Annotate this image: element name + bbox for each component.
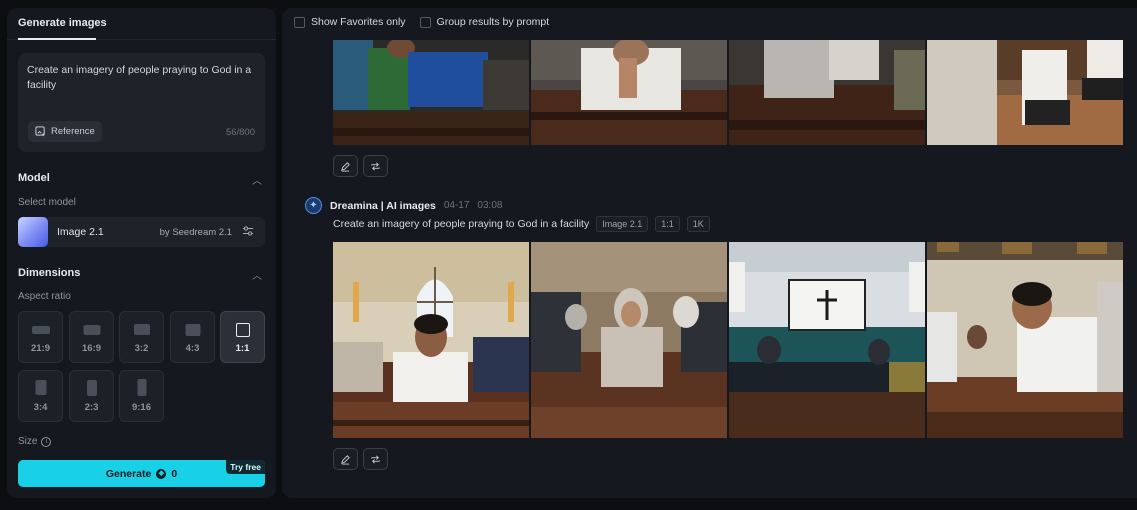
ratio-16-9[interactable]: 16:9 [69,311,114,363]
ratio-shape [137,379,146,396]
group-checkbox[interactable] [419,16,431,28]
ratio-label: 21:9 [30,343,50,354]
results-panel: Show Favorites only Group results by pro… [282,8,1137,498]
ratio-1-1[interactable]: 1:1 [220,311,265,363]
generate-label: Generate [105,467,152,480]
ratio-tag: 1:1 [655,216,680,232]
pencil-icon [341,161,350,172]
ratio-4-3[interactable]: 4:3 [170,311,215,363]
previous-result-images [333,40,1123,145]
tab-underline [18,38,96,40]
favorites-checkbox[interactable] [294,16,305,28]
ratio-shape [83,325,100,335]
model-thumbnail [18,217,48,247]
char-counter: 56/800 [225,127,255,138]
resolution-tag: 1K [686,216,710,232]
try-free-badge: Try free [226,460,265,474]
generation-prompt-row: Create an imagery of people praying to G… [333,216,710,232]
size-label: Size [18,436,38,447]
ratio-label: 4:3 [185,343,200,354]
credit-icon: ◆ [156,468,167,479]
ratio-3-4[interactable]: 3:4 [18,370,63,422]
ratio-shape [31,326,50,334]
prompt-input[interactable]: Create an imagery of people praying to G… [27,63,257,93]
result-image[interactable] [729,242,925,438]
reference-button[interactable]: Reference [28,121,102,142]
regenerate-button[interactable] [363,448,388,470]
prompt-box[interactable]: Create an imagery of people praying to G… [18,53,265,152]
edit-button[interactable] [333,448,358,470]
ratio-shape [133,324,150,335]
ratio-2-3[interactable]: 2:3 [69,370,114,422]
aspect-ratio-label: Aspect ratio [18,291,71,302]
result-image-art [333,242,529,438]
dimensions-section-title: Dimensions [18,267,81,279]
filter-show-favorites[interactable]: Show Favorites only [294,16,406,28]
result-image[interactable] [927,242,1123,438]
ratio-9-16[interactable]: 9:16 [119,370,164,422]
generation-prompt[interactable]: Create an imagery of people praying to G… [333,218,589,230]
result-image[interactable] [531,40,727,145]
ratio-label: 9:16 [131,402,151,413]
filter-label: Group results by prompt [436,16,550,28]
ratio-shape [185,324,200,336]
generate-panel: Generate images Create an imagery of peo… [7,8,276,498]
regenerate-button[interactable] [363,155,388,177]
ratio-shape [86,380,97,396]
generation-images [333,242,1123,438]
ratio-3-2[interactable]: 3:2 [119,311,164,363]
filter-group-by-prompt[interactable]: Group results by prompt [419,16,550,28]
results-filters: Show Favorites only Group results by pro… [294,16,549,28]
author-name: Dreamina | AI images [330,199,436,212]
sliders-icon[interactable] [242,225,254,237]
model-provider: by Seedream 2.1 [159,227,232,238]
ratio-label: 3:2 [134,343,149,354]
result-image-art [333,40,529,145]
result-image[interactable] [333,242,529,438]
generate-button[interactable]: Generate ◆ 0 Try free [18,460,265,487]
select-model-label: Select model [18,197,76,208]
ratio-shape [35,380,46,395]
panel-tabbar: Generate images [7,8,276,40]
pencil-icon [341,454,350,465]
result-image-art [927,40,1123,145]
model-name: Image 2.1 [57,226,104,238]
chevron-up-icon[interactable]: ︿ [252,267,262,282]
app-root: Generate images Create an imagery of peo… [0,0,1137,510]
size-label-row: Size i [18,436,52,447]
ratio-21-9[interactable]: 21:9 [18,311,63,363]
tab-generate-images[interactable]: Generate images [18,17,107,29]
result-image[interactable] [333,40,529,145]
image-plus-icon [35,126,45,137]
reference-label: Reference [51,126,95,137]
ratio-shape [235,323,250,337]
result-image-art [531,242,727,438]
result-image-art [729,40,925,145]
result-image-art [531,40,727,145]
ratio-label: 3:4 [33,402,48,413]
result-image-art [927,242,1123,438]
generation-date: 04-17 [443,200,470,211]
edit-button[interactable] [333,155,358,177]
ratio-label: 16:9 [81,343,101,354]
chevron-up-icon[interactable]: ︿ [252,172,262,187]
result-image[interactable] [531,242,727,438]
result-image[interactable] [729,40,925,145]
info-icon[interactable]: i [41,436,52,447]
generate-cost: 0 [171,467,178,480]
filter-label: Show Favorites only [311,16,406,28]
model-selector[interactable]: Image 2.1 by Seedream 2.1 [18,217,265,247]
ratio-label: 2:3 [84,402,99,413]
result-image-art [729,242,925,438]
generation-header: ✦ Dreamina | AI images 04-17 03:08 [305,197,502,214]
repeat-icon [371,162,380,170]
repeat-icon [371,455,380,463]
model-section-title: Model [18,172,50,184]
model-tag: Image 2.1 [596,216,649,232]
ratio-label: 1:1 [235,343,250,354]
result-image[interactable] [927,40,1123,145]
generation-time: 03:08 [477,200,503,211]
dreamina-logo-icon: ✦ [305,197,322,214]
